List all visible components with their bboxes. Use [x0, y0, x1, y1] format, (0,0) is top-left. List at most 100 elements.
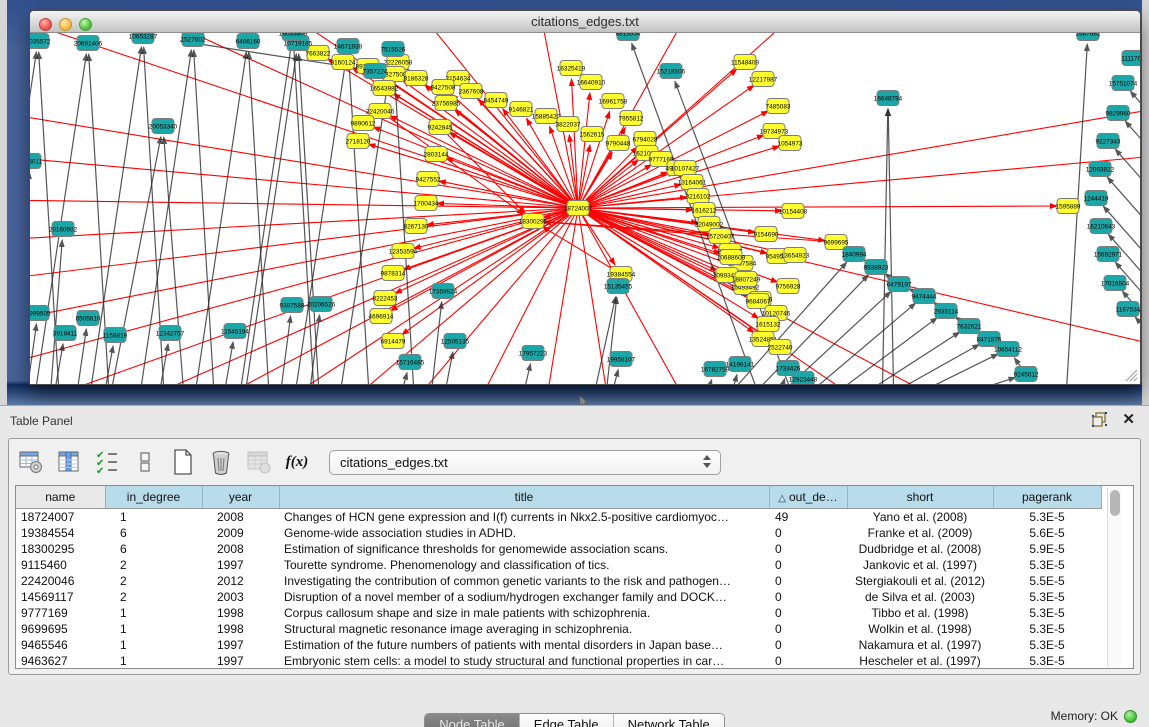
network-node[interactable]: 12217987: [749, 72, 778, 87]
network-node[interactable]: 15218506: [657, 64, 686, 79]
network-node[interactable]: 1111704: [1121, 51, 1140, 66]
network-node[interactable]: 9160124: [331, 55, 356, 70]
network-node[interactable]: 18300295: [519, 214, 548, 229]
network-node[interactable]: 7632621: [957, 319, 982, 334]
network-node[interactable]: 8938923: [864, 260, 889, 275]
network-node[interactable]: 2935114: [934, 304, 959, 319]
network-window[interactable]: citations_edges.txt 7663822 9160124 8912…: [29, 10, 1141, 385]
network-node[interactable]: 17957223: [519, 346, 548, 361]
network-node[interactable]: 9146821: [509, 102, 534, 117]
network-node[interactable]: 2718120: [346, 134, 371, 149]
network-node[interactable]: 9829960: [1106, 106, 1131, 121]
network-node[interactable]: 4035572: [30, 34, 51, 49]
column-header[interactable]: in_degree: [105, 486, 202, 508]
column-header[interactable]: name: [16, 486, 105, 508]
show-columns-icon[interactable]: [55, 448, 83, 476]
network-node[interactable]: 10688609: [717, 250, 746, 265]
network-node[interactable]: 9756928: [776, 279, 801, 294]
minimize-window-button[interactable]: [59, 18, 72, 31]
table-settings-icon[interactable]: [17, 448, 45, 476]
network-node[interactable]: 11548409: [731, 55, 759, 70]
table-row[interactable]: 977716911998Corpus callosum shape and si…: [16, 605, 1101, 621]
network-node[interactable]: 2803144: [424, 147, 449, 162]
network-node[interactable]: 9154690: [754, 227, 779, 242]
network-node[interactable]: 8186328: [404, 71, 429, 86]
network-node[interactable]: 12505135: [441, 334, 470, 349]
network-node[interactable]: 12093822: [1086, 162, 1115, 177]
network-node[interactable]: 1840994: [842, 247, 867, 262]
network-node[interactable]: 1244419: [1084, 191, 1109, 206]
function-builder-icon[interactable]: f(x): [283, 448, 311, 476]
network-node[interactable]: 1999505: [30, 306, 51, 321]
column-header[interactable]: year: [202, 486, 279, 508]
network-node[interactable]: 7357224: [363, 64, 388, 79]
table-row[interactable]: 1830029562008Estimation of significance …: [16, 541, 1101, 557]
network-node[interactable]: 16648794: [874, 91, 903, 106]
network-node[interactable]: 3216102: [686, 189, 711, 204]
network-node[interactable]: 6914479: [381, 334, 406, 349]
network-node[interactable]: 20160502: [49, 222, 78, 237]
network-node[interactable]: 10654112: [994, 342, 1022, 357]
network-node[interactable]: 20053340: [149, 119, 178, 134]
rows-icon[interactable]: [131, 448, 159, 476]
network-node[interactable]: 2687682: [1076, 33, 1101, 41]
network-node[interactable]: 7515526: [381, 42, 406, 57]
network-node[interactable]: 1562615: [580, 127, 605, 142]
window-titlebar[interactable]: citations_edges.txt: [30, 11, 1140, 33]
network-node[interactable]: 9427508: [431, 80, 456, 95]
network-node[interactable]: 16210643: [1087, 219, 1116, 234]
network-node[interactable]: 16640910: [577, 75, 606, 90]
network-node[interactable]: 1595889: [1056, 199, 1081, 214]
network-node[interactable]: 23756985: [432, 96, 461, 111]
network-node[interactable]: 12923448: [789, 372, 818, 385]
network-node[interactable]: 9397588: [280, 298, 305, 313]
network-node[interactable]: 13654923: [781, 248, 810, 263]
network-node[interactable]: 1167534: [1116, 302, 1140, 317]
table-row[interactable]: 946362711997Embryonic stem cells: a mode…: [16, 653, 1101, 669]
table-row[interactable]: 2242004622012Investigating the contribut…: [16, 573, 1101, 589]
scrollbar-thumb[interactable]: [1110, 490, 1120, 516]
network-node[interactable]: 15692971: [1094, 247, 1123, 262]
network-node[interactable]: 1616212: [692, 203, 717, 218]
table-row[interactable]: 1938455462009Genome-wide association stu…: [16, 525, 1101, 541]
table-selector-dropdown[interactable]: citations_edges.txt: [329, 450, 721, 475]
network-node[interactable]: 15720407: [706, 229, 735, 244]
network-node[interactable]: 19958107: [607, 352, 636, 367]
new-table-icon[interactable]: [169, 448, 197, 476]
network-node[interactable]: 7955812: [619, 111, 644, 126]
network-node[interactable]: 7485083: [766, 99, 791, 114]
select-all-icon[interactable]: ✔✔✔: [93, 448, 121, 476]
zoom-window-button[interactable]: [79, 18, 92, 31]
memory-indicator[interactable]: [1124, 710, 1137, 723]
network-node[interactable]: 8813054: [616, 33, 641, 41]
window-resize-grip-icon[interactable]: [1124, 368, 1138, 382]
column-header[interactable]: title: [279, 486, 769, 508]
network-canvas[interactable]: 7663822 9160124 8912954 22226058 9327508…: [30, 33, 1140, 384]
close-panel-icon[interactable]: ✕: [1122, 413, 1135, 427]
network-node[interactable]: 10653287: [129, 33, 158, 44]
float-panel-icon[interactable]: [1092, 412, 1108, 427]
network-node[interactable]: 2367608: [459, 84, 484, 99]
network-node[interactable]: 9427552: [416, 172, 441, 187]
network-node[interactable]: 8267130: [404, 219, 429, 234]
network-node[interactable]: 20691406: [74, 36, 103, 51]
network-node[interactable]: 9790448: [606, 136, 631, 151]
network-node[interactable]: 18807249: [732, 272, 761, 287]
network-node[interactable]: 16543982: [370, 81, 399, 96]
network-node[interactable]: 20206526: [307, 297, 336, 312]
table-row[interactable]: 911546021997Tourette syndrome. Phenomeno…: [16, 557, 1101, 573]
network-node[interactable]: 2522740: [768, 340, 793, 355]
tab-node-table[interactable]: Node Table: [425, 714, 520, 727]
network-node[interactable]: 3822037: [556, 117, 581, 132]
tab-network-table[interactable]: Network Table: [614, 714, 724, 727]
network-node[interactable]: 18724007: [564, 201, 593, 216]
network-node[interactable]: 9242845: [428, 120, 453, 135]
network-node[interactable]: 16033809: [279, 33, 308, 41]
table-row[interactable]: 946554611997Estimation of the future num…: [16, 637, 1101, 653]
network-node[interactable]: 9878314: [381, 266, 406, 281]
network-node[interactable]: 8505610: [76, 311, 101, 326]
network-node[interactable]: 9890612: [351, 116, 376, 131]
table-scrollbar[interactable]: [1107, 487, 1122, 667]
network-node[interactable]: 8222453: [373, 291, 398, 306]
network-node[interactable]: 9474444: [912, 289, 937, 304]
